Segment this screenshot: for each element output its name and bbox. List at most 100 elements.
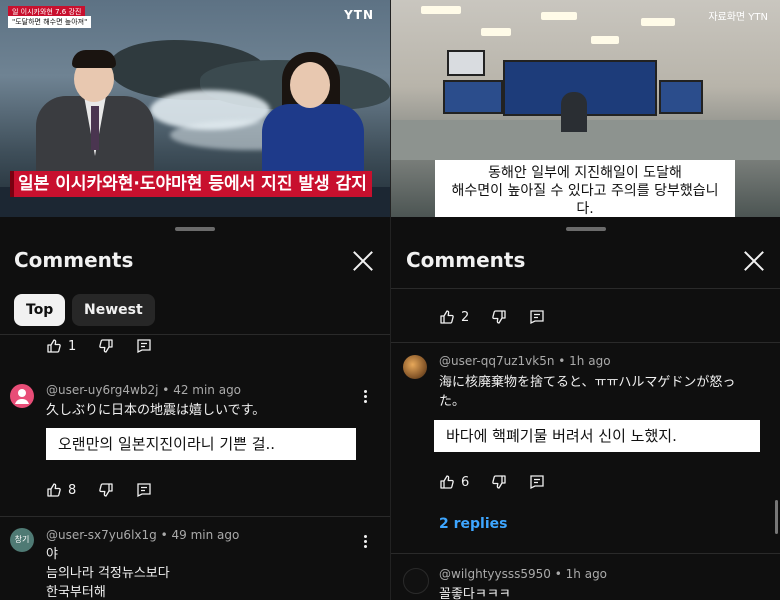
comment-text: 久しぶりに日本の地震は嬉しいです。 [46,403,266,418]
like-icon [439,309,455,325]
comment-meta: @user-uy6rg4wb2j • 42 min ago [46,383,241,397]
avatar[interactable]: 창기 [10,528,34,552]
comment-meta: @wilghtyysss5950 • 1h ago [439,567,607,581]
wall-monitor [659,80,703,114]
ceiling-light [541,12,577,20]
like-count: 6 [461,474,470,490]
meta-separator: • [558,354,570,368]
dislike-icon [491,474,507,490]
comment-author[interactable]: @user-sx7yu6lx1g [46,528,157,542]
reply-button[interactable] [136,338,152,354]
dislike-icon [98,482,114,498]
comment-time: 42 min ago [173,383,242,397]
comment-meta: @user-qq7uz1vk5n • 1h ago [439,354,611,368]
comment-actions: 2 [439,309,567,325]
close-icon[interactable] [352,250,374,272]
comment-text: 야 늠의나라 걱정뉴스보다 한국부터해 [46,545,170,600]
close-icon[interactable] [743,250,765,272]
more-options-icon[interactable] [364,533,368,550]
like-button[interactable]: 2 [439,309,469,325]
news-video-frame[interactable]: 일 이시카와현 7.6 강진 "도달하면 해수면 높아져" YTN 일본 이시카… [0,0,390,217]
dislike-button[interactable] [98,482,114,498]
left-screenshot-panel: 일 이시카와현 7.6 강진 "도달하면 해수면 높아져" YTN 일본 이시카… [0,0,390,600]
comment-divider [391,553,780,554]
channel-logo: 자료화면 YTN [708,12,768,23]
channel-logo: YTN [344,8,374,22]
comments-title: Comments [14,248,134,272]
subtitle-caption: 동해안 일부에 지진해일이 도달해 해수면이 높아질 수 있다고 주의를 당부했… [435,160,735,217]
male-anchor [30,50,160,196]
like-button[interactable]: 6 [439,474,469,490]
comment-meta: @user-sx7yu6lx1g • 49 min ago [46,528,239,542]
ceiling-light [481,28,511,36]
reply-icon [136,482,152,498]
comment-time: 49 min ago [171,528,240,542]
like-count: 1 [68,338,77,354]
caption-line: 해수면이 높아질 수 있다고 주의를 당부했습니다. [451,183,719,217]
like-button[interactable]: 1 [46,338,76,354]
dislike-button[interactable] [98,338,114,354]
like-count: 8 [68,482,77,498]
sheet-drag-handle[interactable] [175,227,215,231]
tab-top[interactable]: Top [14,294,66,326]
right-screenshot-panel: 자료화면 YTN 동해안 일부에 지진해일이 도달해 해수면이 높아질 수 있다… [391,0,780,600]
comment-author[interactable]: @user-qq7uz1vk5n [439,354,554,368]
reply-button[interactable] [136,482,152,498]
dislike-icon [491,309,507,325]
dislike-button[interactable] [491,474,507,490]
ceiling-light [421,6,461,14]
comment-text: 꼴좋다ㅋㅋㅋ [439,587,511,600]
reply-icon [529,474,545,490]
meta-separator: • [554,567,566,581]
avatar[interactable] [403,355,427,379]
comments-title: Comments [406,248,526,272]
scrollbar-thumb[interactable] [775,500,778,534]
translation-overlay: 바다에 핵폐기물 버려서 신이 노했지. [434,420,760,452]
quote-ticker: "도달하면 해수면 높아져" [8,16,92,28]
comment-divider [391,342,780,343]
comment-author[interactable]: @wilghtyysss5950 [439,567,551,581]
tab-newest[interactable]: Newest [72,294,155,326]
meta-separator: • [160,528,172,542]
comment-actions: 8 [46,482,174,498]
translation-overlay: 오랜만의 일본지진이라니 기쁜 걸.. [46,428,356,460]
news-video-frame[interactable]: 자료화면 YTN 동해안 일부에 지진해일이 도달해 해수면이 높아질 수 있다… [391,0,780,217]
headline-caption: 일본 이시카와현·도야마현 등에서 지진 발생 감지 [10,171,372,197]
comment-author[interactable]: @user-uy6rg4wb2j [46,383,158,397]
reply-icon [136,338,152,354]
ceiling-light [591,36,619,44]
ceiling-light [641,18,675,26]
comment-actions: 1 [46,338,174,354]
like-icon [439,474,455,490]
like-button[interactable]: 8 [46,482,76,498]
avatar[interactable] [403,568,429,594]
dislike-button[interactable] [491,309,507,325]
reply-button[interactable] [529,309,545,325]
comment-divider [0,516,390,517]
avatar[interactable] [10,384,34,408]
comment-text-line: 야 [46,547,58,562]
more-options-icon[interactable] [364,388,368,405]
tabs-divider [0,334,390,335]
comment-text-line: た。 [439,394,466,409]
comment-text-line: 늠의나라 걱정뉴스보다 [46,566,170,581]
comment-text-line: 海に核廃棄物を捨てると、ㅠㅠハルマゲドンが怒っ [439,375,736,390]
operator-silhouette [561,92,587,132]
wall-monitor [443,80,503,114]
caption-line: 동해안 일부에 지진해일이 도달해 [488,165,682,181]
comment-text: 海に核廃棄物を捨てると、ㅠㅠハルマゲドンが怒っ た。 [439,373,769,411]
meta-separator: • [162,383,174,397]
comment-text-line: 한국부터해 [46,585,106,600]
sheet-drag-handle[interactable] [566,227,606,231]
header-divider [391,288,780,289]
reply-button[interactable] [529,474,545,490]
like-icon [46,338,62,354]
wall-monitor [447,50,485,76]
view-replies-button[interactable]: 2 replies [439,516,507,532]
comment-time: 1h ago [569,354,611,368]
like-count: 2 [461,309,470,325]
comment-actions: 6 [439,474,567,490]
like-icon [46,482,62,498]
comment-time: 1h ago [565,567,608,581]
reply-icon [529,309,545,325]
